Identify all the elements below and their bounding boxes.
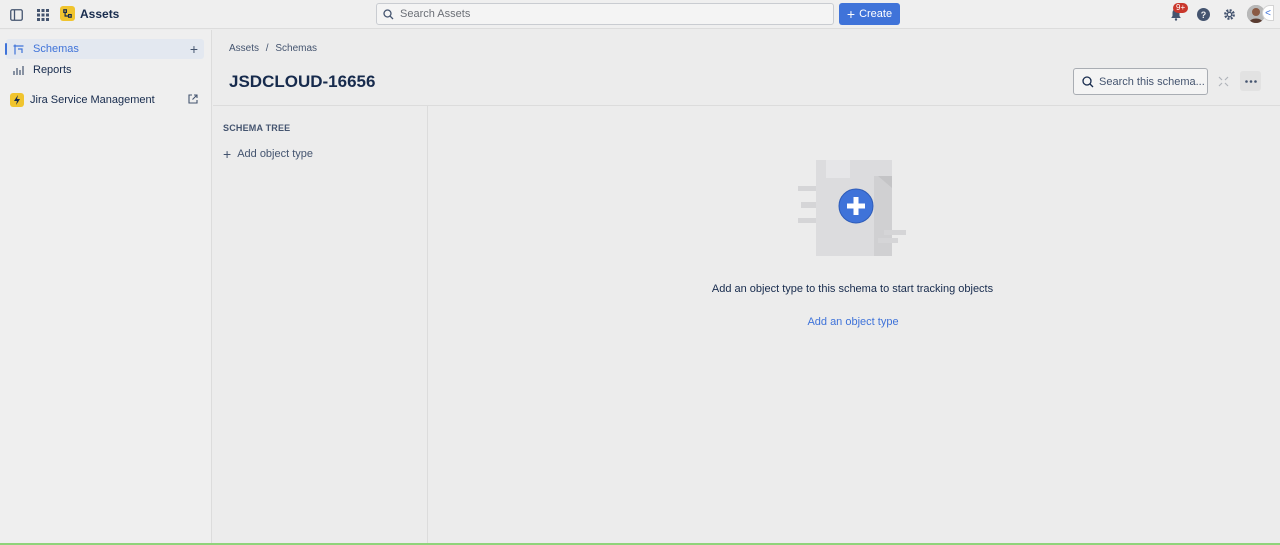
settings-icon[interactable]	[1222, 7, 1236, 21]
breadcrumb-schemas[interactable]: Schemas	[275, 43, 317, 54]
add-object-type-button[interactable]: + Add object type	[223, 146, 313, 162]
expand-icon[interactable]	[1213, 72, 1233, 90]
search-icon	[1082, 75, 1094, 88]
sidebar-item-schemas[interactable]: Schemas +	[5, 39, 204, 59]
empty-state-illustration	[798, 158, 910, 258]
search-input[interactable]: Search Assets	[376, 3, 834, 25]
jsm-logo-icon	[10, 93, 24, 107]
schema-search-input[interactable]: Search this schema...	[1073, 68, 1208, 95]
schema-icon	[11, 44, 25, 55]
app-switcher-icon[interactable]	[35, 7, 50, 22]
sidebar-item-jira-service-management[interactable]: Jira Service Management	[6, 90, 204, 110]
svg-text:?: ?	[1200, 9, 1206, 19]
search-icon	[383, 8, 394, 20]
schema-search-placeholder: Search this schema...	[1099, 75, 1205, 88]
create-label: Create	[859, 8, 893, 20]
app-name[interactable]: Assets	[80, 7, 119, 21]
add-schema-icon[interactable]: +	[190, 41, 198, 57]
search-placeholder: Search Assets	[400, 8, 471, 20]
breadcrumb-separator: /	[265, 43, 269, 54]
sidebar-item-label: Reports	[33, 64, 72, 76]
schema-tree-heading: SCHEMA TREE	[223, 123, 291, 133]
sidebar-item-reports[interactable]: Reports	[6, 60, 204, 80]
add-object-type-link[interactable]: Add an object type	[753, 316, 953, 328]
plus-icon: +	[223, 146, 232, 162]
notification-badge: 9+	[1173, 3, 1189, 13]
add-object-type-label: Add object type	[237, 148, 314, 160]
sidebar-toggle-icon[interactable]	[9, 7, 24, 22]
create-button[interactable]: + Create	[839, 3, 900, 25]
external-link-icon[interactable]	[188, 94, 198, 104]
more-options-icon[interactable]	[1240, 71, 1261, 91]
schema-tree-panel: SCHEMA TREE + Add object type	[213, 106, 428, 545]
help-icon[interactable]: ?	[1196, 7, 1210, 21]
empty-state-message: Add an object type to this schema to sta…	[711, 283, 994, 295]
sidebar-item-label: Jira Service Management	[30, 94, 155, 106]
assets-logo-icon[interactable]	[60, 6, 75, 21]
top-navigation: Assets Search Assets + Create 9+ ? <	[0, 0, 1280, 29]
page-title: JSDCLOUD-16656	[229, 72, 376, 91]
sidebar-item-label: Schemas	[33, 43, 79, 55]
sidebar: Schemas + Reports Jira Service Managemen…	[0, 30, 212, 545]
collapse-panel-icon[interactable]: <	[1262, 5, 1274, 21]
breadcrumb: Assets / Schemas	[229, 43, 321, 54]
breadcrumb-assets[interactable]: Assets	[229, 43, 259, 54]
chart-icon	[11, 65, 25, 76]
plus-icon: +	[846, 6, 856, 22]
